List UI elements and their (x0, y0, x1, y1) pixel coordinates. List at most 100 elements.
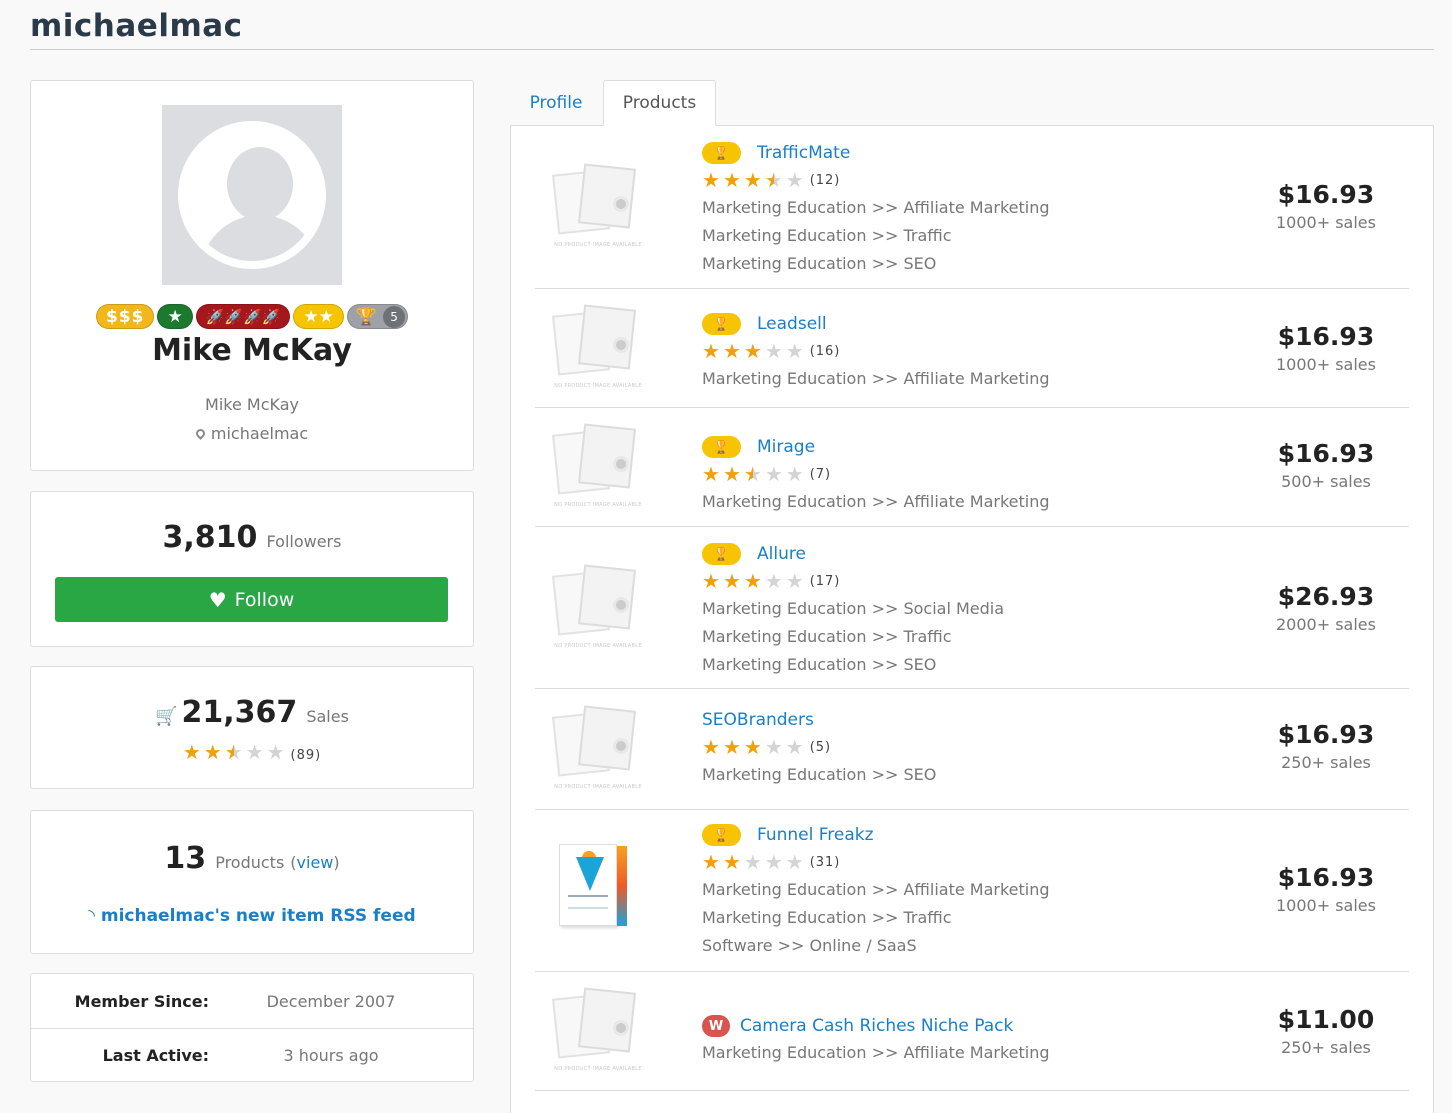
product-category[interactable]: Marketing Education >> Affiliate Marketi… (702, 194, 1050, 222)
product-thumbnail[interactable]: NO PRODUCT IMAGE AVAILABLE (551, 423, 642, 511)
product-category[interactable]: Marketing Education >> SEO (702, 761, 936, 789)
follow-button-label: Follow (234, 588, 295, 611)
product-box-image (559, 844, 629, 928)
product-title-link[interactable]: Allure (757, 544, 806, 564)
product-category[interactable]: Marketing Education >> Traffic (702, 623, 1004, 651)
rss-icon: ◝ (88, 906, 95, 926)
profile-subname: Mike McKay (205, 395, 299, 414)
star-icon: ★ (785, 339, 804, 363)
product-sales: 1000+ sales (1276, 355, 1376, 374)
star-icon: ★ (764, 462, 783, 486)
product-thumbnail[interactable]: NO PRODUCT IMAGE AVAILABLE (551, 987, 642, 1075)
star-icon: ★ (702, 462, 720, 486)
trophy-badge-icon: 🏆 (702, 313, 741, 335)
title-divider (30, 49, 1434, 50)
product-price: $16.93 (1277, 322, 1375, 351)
sales-review-count: (89) (290, 748, 322, 763)
last-active-row: Last Active: 3 hours ago (31, 1028, 473, 1082)
star-icon: ★ (785, 569, 804, 593)
product-sales: 1000+ sales (1276, 213, 1376, 232)
product-category[interactable]: Marketing Education >> Affiliate Marketi… (702, 876, 1050, 904)
product-title-link[interactable]: Camera Cash Riches Niche Pack (740, 1016, 1013, 1036)
product-category[interactable]: Marketing Education >> Social Media (702, 595, 1004, 623)
product-thumbnail[interactable]: NO PRODUCT IMAGE AVAILABLE (551, 564, 642, 652)
product-category[interactable]: Marketing Education >> Affiliate Marketi… (702, 365, 1050, 393)
star-icon: ★ (702, 569, 720, 593)
product-title-link[interactable]: Mirage (757, 437, 815, 457)
product-info: 🏆 Allure ★ ★ ★ ★ ★ (17) Marketing Education >> S… (702, 541, 1004, 679)
placeholder-image-icon (613, 456, 629, 472)
product-info: 🏆 Leadsell ★ ★ ★ ★ ★ (16) Marketing Education >>… (702, 311, 1050, 393)
star-icon: ★ (764, 569, 783, 593)
product-category[interactable]: Marketing Education >> Affiliate Marketi… (702, 1039, 1050, 1067)
star-badge: ★ (157, 304, 193, 329)
product-sales: 2000+ sales (1276, 615, 1376, 634)
placeholder-image-icon (613, 597, 629, 613)
product-title-link[interactable]: TrafficMate (757, 143, 850, 163)
product-title-link[interactable]: Leadsell (757, 314, 827, 334)
product-thumbnail[interactable]: NO PRODUCT IMAGE AVAILABLE (551, 705, 642, 793)
rss-feed-link[interactable]: ◝ michaelmac's new item RSS feed (31, 906, 473, 926)
product-title-link[interactable]: SEOBranders (702, 710, 814, 730)
product-info: W Camera Cash Riches Niche Pack Marketing … (702, 1013, 1050, 1067)
achievement-badges: $$$ ★ 🚀🚀🚀🚀 ★★ 🏆 5 (31, 304, 473, 329)
avatar (162, 105, 342, 285)
product-review-count: (17) (809, 573, 841, 589)
trophy-badge: 🏆 5 (346, 304, 409, 329)
product-review-count: (7) (809, 466, 832, 482)
product-price-block: $11.00 250+ sales (1251, 1005, 1401, 1057)
followers-stat: 3,810 Followers (31, 520, 473, 555)
product-thumbnail[interactable]: NO PRODUCT IMAGE AVAILABLE (551, 304, 642, 392)
followers-label: Followers (266, 532, 342, 551)
star-icon: ★ (764, 339, 783, 363)
member-info-card: Member Since: December 2007 Last Active:… (30, 973, 474, 1082)
star-icon: ★ (266, 740, 285, 764)
product-thumbnail[interactable] (551, 840, 641, 928)
product-category[interactable]: Marketing Education >> Traffic (702, 904, 1050, 932)
product-category[interactable]: Marketing Education >> SEO (702, 250, 1050, 278)
star-icon: ★ (722, 850, 741, 874)
star-icon: ★ (224, 740, 243, 764)
no-image-text: NO PRODUCT IMAGE AVAILABLE (554, 643, 642, 649)
products-summary-card: 13 Products (view) ◝ michaelmac's new ite… (30, 810, 474, 954)
product-category[interactable]: Software >> Online / SaaS (702, 932, 1050, 960)
product-sales: 250+ sales (1281, 753, 1371, 772)
view-products-link[interactable]: view (297, 853, 334, 872)
product-category[interactable]: Marketing Education >> Traffic (702, 222, 1050, 250)
product-thumbnail[interactable]: NO PRODUCT IMAGE AVAILABLE (551, 163, 642, 251)
product-row: NO PRODUCT IMAGE AVAILABLE 🏆 Allure ★ ★ ★ ★ ★ (1… (535, 527, 1409, 689)
sales-label: Sales (306, 707, 349, 726)
follow-button[interactable]: ♥ Follow (55, 577, 448, 622)
product-price: $16.93 (1277, 180, 1375, 209)
view-paren-close: ) (333, 853, 340, 872)
product-category[interactable]: Marketing Education >> Affiliate Marketi… (702, 488, 1050, 516)
trophy-icon: 🏆 (355, 306, 378, 327)
member-since-label: Member Since: (74, 991, 209, 1011)
product-price-block: $16.93 1000+ sales (1251, 863, 1401, 915)
trophy-count: 5 (383, 305, 406, 328)
product-price-block: $16.93 500+ sales (1251, 439, 1401, 491)
products-panel: NO PRODUCT IMAGE AVAILABLE 🏆 TrafficMate ★ ★… (510, 125, 1434, 1113)
trophy-badge-icon: 🏆 (702, 543, 741, 565)
product-price: $11.00 (1277, 1005, 1375, 1034)
product-price-block: $26.93 2000+ sales (1251, 582, 1401, 634)
product-sales: 500+ sales (1281, 472, 1371, 491)
rss-feed-label: michaelmac's new item RSS feed (100, 906, 416, 926)
product-review-count: (16) (809, 343, 841, 359)
product-review-count: (12) (809, 172, 841, 188)
tab-products[interactable]: Products (603, 80, 716, 126)
star-icon: ★ (785, 850, 804, 874)
product-rating: ★ ★ ★ ★ ★ (5) (702, 733, 936, 761)
star-icon: ★ (722, 168, 741, 192)
tab-profile[interactable]: Profile (510, 80, 602, 126)
star-icon: ★ (785, 735, 804, 759)
product-category[interactable]: Marketing Education >> SEO (702, 651, 1004, 679)
placeholder-image-icon (613, 738, 629, 754)
sales-stat: 🛒 21,367 Sales (31, 695, 473, 730)
star-icon: ★ (764, 168, 783, 192)
no-image-text: NO PRODUCT IMAGE AVAILABLE (554, 1066, 642, 1072)
product-info: SEOBranders ★ ★ ★ ★ ★ (5) Marketing Education >… (702, 707, 936, 789)
star-icon: ★ (702, 850, 720, 874)
followers-count: 3,810 (162, 520, 258, 555)
product-title-link[interactable]: Funnel Freakz (757, 825, 874, 845)
